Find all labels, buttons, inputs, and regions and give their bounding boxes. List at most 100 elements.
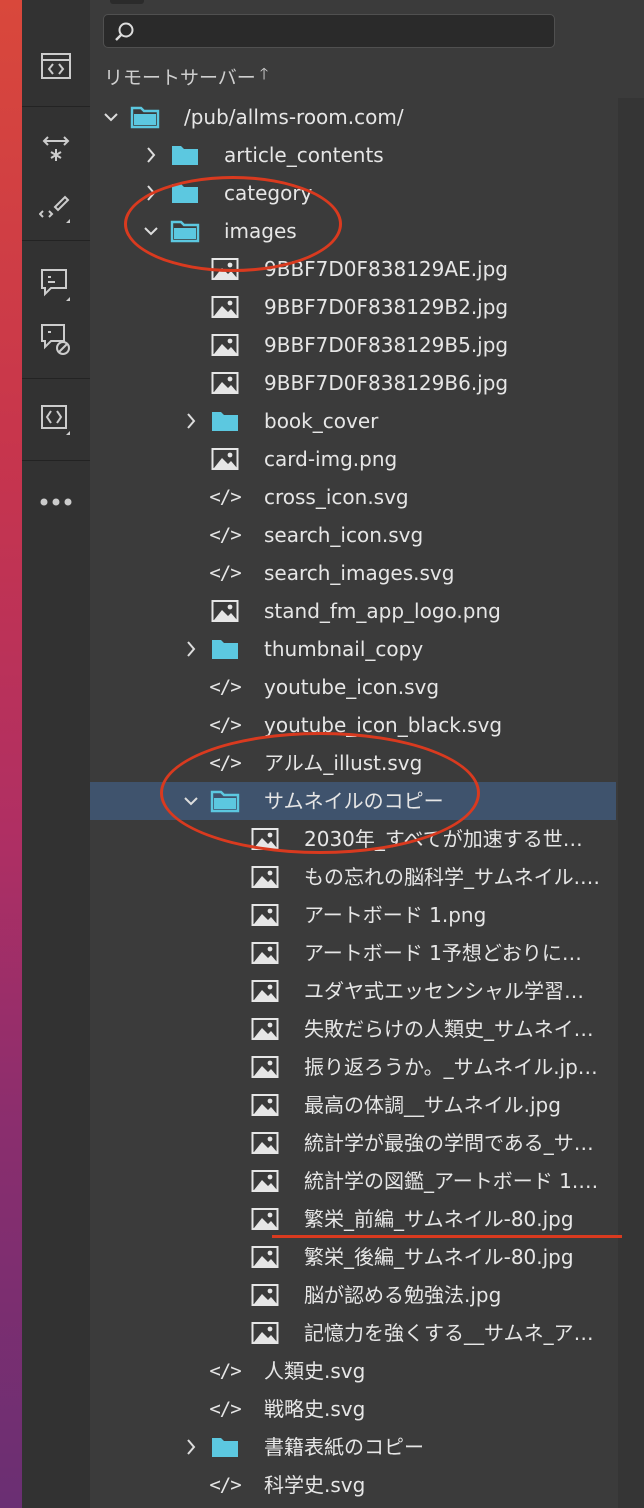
tree-file-row[interactable]: 統計学が最強の学問である_サ…: [90, 1124, 616, 1162]
tree-folder-row[interactable]: /pub/allms-room.com/: [90, 98, 616, 136]
tree-item-label: 振り返ろうか。_サムネイル.jp…: [304, 1055, 598, 1079]
desktop-background: [0, 0, 22, 1508]
tree-file-row[interactable]: 最高の体調__サムネイル.jpg: [90, 1086, 616, 1124]
tree-item-label: book_cover: [264, 409, 379, 433]
tree-file-row[interactable]: 脳が認める勉強法.jpg: [90, 1276, 616, 1314]
tree-file-row[interactable]: 記憶力を強くする__サムネ_ア…: [90, 1314, 616, 1352]
tree-item-label: 9BBF7D0F838129AE.jpg: [264, 257, 508, 281]
tree-file-row[interactable]: 繁栄_前編_サムネイル-80.jpg: [90, 1200, 616, 1238]
transform-icon[interactable]: [36, 128, 76, 168]
files-panel: リモートサーバー 🡑 /pub/allms-room.com/article_c…: [90, 0, 644, 1508]
tree-item-label: cross_icon.svg: [264, 485, 409, 509]
tree-file-row[interactable]: もの忘れの脳科学_サムネイル.…: [90, 858, 616, 896]
tree-item-label: youtube_icon.svg: [264, 675, 440, 699]
chevron-down-icon[interactable]: [102, 107, 120, 127]
image-file-icon: [248, 1281, 282, 1309]
tree-file-row[interactable]: </> 戦略史.svg: [90, 1390, 616, 1428]
comment-icon[interactable]: [36, 264, 76, 304]
tree-file-row[interactable]: 9BBF7D0F838129B6.jpg: [90, 364, 616, 402]
tree-item-label: 9BBF7D0F838129B6.jpg: [264, 371, 509, 395]
tree-item-label: ユダヤ式エッセンシャル学習…: [304, 979, 584, 1003]
image-file-icon: [248, 977, 282, 1005]
image-file-icon: [248, 1205, 282, 1233]
tree-file-row[interactable]: </> youtube_icon.svg: [90, 668, 616, 706]
tree-item-label: 科学史.svg: [264, 1473, 366, 1497]
tree-item-label: 統計学が最強の学問である_サ…: [304, 1131, 594, 1155]
code-file-icon: </>: [209, 1360, 241, 1382]
more-icon[interactable]: [36, 482, 76, 522]
image-file-icon: [208, 597, 242, 625]
tree-file-row[interactable]: card-img.png: [90, 440, 616, 478]
folder-icon: [168, 141, 202, 169]
chevron-right-icon[interactable]: [182, 1437, 200, 1457]
folder-open-icon: [128, 103, 162, 131]
remote-server-header[interactable]: リモートサーバー 🡑: [104, 62, 268, 90]
annotation-underline: [272, 1235, 622, 1238]
tree-item-label: 繁栄_前編_サムネイル-80.jpg: [304, 1207, 574, 1231]
image-file-icon: [248, 1319, 282, 1347]
left-toolbar: [22, 0, 91, 1508]
tree-file-row[interactable]: 統計学の図鑑_アートボード 1.…: [90, 1162, 616, 1200]
tree-file-row[interactable]: 9BBF7D0F838129B2.jpg: [90, 288, 616, 326]
tree-file-row[interactable]: ユダヤ式エッセンシャル学習…: [90, 972, 616, 1010]
image-file-icon: [248, 939, 282, 967]
header-title: リモートサーバー: [104, 66, 256, 89]
tree-folder-row[interactable]: thumbnail_copy: [90, 630, 616, 668]
image-file-icon: [248, 863, 282, 891]
tree-file-row[interactable]: stand_fm_app_logo.png: [90, 592, 616, 630]
tree-item-label: 脳が認める勉強法.jpg: [304, 1283, 502, 1307]
tree-item-label: もの忘れの脳科学_サムネイル.…: [304, 865, 600, 889]
tree-folder-row[interactable]: 書籍表紙のコピー: [90, 1428, 616, 1466]
chevron-right-icon[interactable]: [182, 411, 200, 431]
tree-file-row[interactable]: 失敗だらけの人類史_サムネイ…: [90, 1010, 616, 1048]
comment-clear-icon[interactable]: [36, 320, 76, 360]
tree-item-label: 記憶力を強くする__サムネ_ア…: [304, 1321, 594, 1345]
image-file-icon: [248, 1015, 282, 1043]
tree-item-label: 9BBF7D0F838129B5.jpg: [264, 333, 509, 357]
tree-file-row[interactable]: </> 科学史.svg: [90, 1466, 616, 1504]
code-hint-icon[interactable]: [36, 186, 76, 226]
tree-item-label: 9BBF7D0F838129B2.jpg: [264, 295, 509, 319]
chevron-right-icon[interactable]: [182, 639, 200, 659]
search-icon: [114, 21, 136, 47]
tree-folder-row[interactable]: article_contents: [90, 136, 616, 174]
tree-file-row[interactable]: アートボード 1.png: [90, 896, 616, 934]
code-view-icon[interactable]: [36, 46, 76, 86]
panel-tab-stub: [110, 0, 144, 4]
tree-file-row[interactable]: 繁栄_後編_サムネイル-80.jpg: [90, 1238, 616, 1276]
chevron-right-icon[interactable]: [142, 145, 160, 165]
image-file-icon: [248, 1129, 282, 1157]
image-file-icon: [248, 1243, 282, 1271]
tree-file-row[interactable]: </> 人類史.svg: [90, 1352, 616, 1390]
scrollbar[interactable]: [618, 98, 644, 1508]
search-input[interactable]: [144, 19, 548, 45]
tree-item-label: 書籍表紙のコピー: [264, 1435, 424, 1459]
tree-item-label: card-img.png: [264, 447, 398, 471]
code-file-icon: </>: [209, 524, 241, 546]
tree-file-row[interactable]: </> search_images.svg: [90, 554, 616, 592]
code-file-icon: </>: [209, 1398, 241, 1420]
tree-file-row[interactable]: </> cross_icon.svg: [90, 478, 616, 516]
image-file-icon: [208, 369, 242, 397]
image-file-icon: [208, 331, 242, 359]
tree-file-row[interactable]: アートボード 1予想どおりに…: [90, 934, 616, 972]
image-file-icon: [248, 1167, 282, 1195]
code-file-icon: </>: [209, 676, 241, 698]
folder-icon: [208, 407, 242, 435]
folder-icon: [208, 1433, 242, 1461]
image-file-icon: [248, 1053, 282, 1081]
code-file-icon: </>: [209, 486, 241, 508]
code-panel-icon[interactable]: [36, 398, 76, 438]
sort-arrow-up-icon[interactable]: 🡑: [260, 63, 268, 90]
tree-file-row[interactable]: 9BBF7D0F838129B5.jpg: [90, 326, 616, 364]
tree-file-row[interactable]: 振り返ろうか。_サムネイル.jp…: [90, 1048, 616, 1086]
code-file-icon: </>: [209, 562, 241, 584]
annotation-circle-thumbnail-copy: [160, 732, 480, 854]
tree-item-label: 最高の体調__サムネイル.jpg: [304, 1093, 561, 1117]
tree-item-label: /pub/allms-room.com/: [184, 105, 404, 129]
search-box[interactable]: [103, 14, 555, 48]
tree-folder-row[interactable]: book_cover: [90, 402, 616, 440]
tree-file-row[interactable]: </> search_icon.svg: [90, 516, 616, 554]
tree-item-label: 戦略史.svg: [264, 1397, 366, 1421]
image-file-icon: [248, 1091, 282, 1119]
